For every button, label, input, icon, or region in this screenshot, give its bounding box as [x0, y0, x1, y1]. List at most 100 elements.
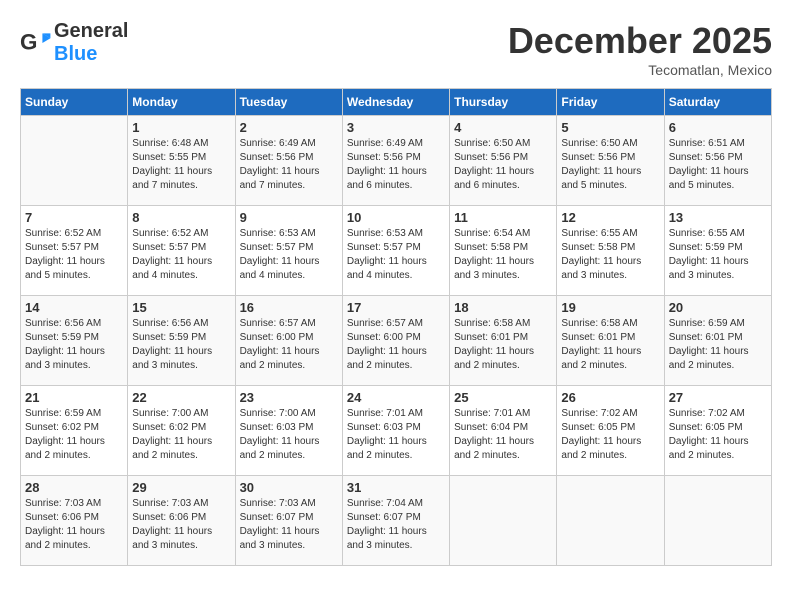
day-number: 5: [561, 120, 659, 135]
day-info: Sunrise: 7:01 AMSunset: 6:04 PMDaylight:…: [454, 407, 552, 463]
day-number: 25: [454, 390, 552, 405]
calendar-cell: 8 Sunrise: 6:52 AMSunset: 5:57 PMDaylight…: [128, 206, 235, 296]
calendar-week-row: 7 Sunrise: 6:52 AMSunset: 5:57 PMDaylight…: [21, 206, 772, 296]
day-info: Sunrise: 7:03 AMSunset: 6:06 PMDaylight:…: [132, 497, 230, 553]
logo-text: General Blue: [54, 20, 128, 66]
calendar-cell: 6Sunrise: 6:51 AMSunset: 5:56 PMDaylight…: [664, 116, 771, 206]
calendar-cell: 21Sunrise: 6:59 AMSunset: 6:02 PMDayligh…: [21, 386, 128, 476]
calendar-cell: 10Sunrise: 6:53 AMSunset: 5:57 PMDayligh…: [342, 206, 449, 296]
day-number: 1: [132, 120, 230, 135]
calendar-cell: 9Sunrise: 6:53 AMSunset: 5:57 PMDaylight…: [235, 206, 342, 296]
calendar-cell: 15 Sunrise: 6:56 AMSunset: 5:59 PMDayligh…: [128, 296, 235, 386]
month-title: December 2025: [508, 20, 772, 62]
day-number: 22: [132, 390, 230, 405]
day-info: Sunrise: 6:50 AMSunset: 5:56 PMDaylight:…: [561, 137, 659, 193]
logo: G General Blue: [20, 20, 128, 66]
calendar-cell: [557, 476, 664, 566]
day-number: 30: [240, 480, 338, 495]
calendar-cell: 16 Sunrise: 6:57 AMSunset: 6:00 PMDayligh…: [235, 296, 342, 386]
calendar-cell: 14 Sunrise: 6:56 AMSunset: 5:59 PMDayligh…: [21, 296, 128, 386]
day-info: Sunrise: 6:58 AMSunset: 6:01 PMDaylight:…: [454, 317, 552, 373]
header-day-sunday: Sunday: [21, 89, 128, 116]
calendar-cell: 22 Sunrise: 7:00 AMSunset: 6:02 PMDayligh…: [128, 386, 235, 476]
calendar-cell: [450, 476, 557, 566]
title-area: December 2025 Tecomatlan, Mexico: [508, 20, 772, 78]
location: Tecomatlan, Mexico: [508, 62, 772, 78]
day-info: Sunrise: 6:56 AMSunset: 5:59 PMDaylight:…: [25, 317, 123, 373]
day-info: Sunrise: 7:04 AMSunset: 6:07 PMDaylight:…: [347, 497, 445, 553]
day-number: 16: [240, 300, 338, 315]
header-day-thursday: Thursday: [450, 89, 557, 116]
day-number: 9: [240, 210, 338, 225]
day-info: Sunrise: 6:59 AMSunset: 6:01 PMDaylight:…: [669, 317, 767, 373]
day-number: 31: [347, 480, 445, 495]
day-number: 7: [25, 210, 123, 225]
calendar-cell: 25 Sunrise: 7:01 AMSunset: 6:04 PMDayligh…: [450, 386, 557, 476]
calendar-cell: 20 Sunrise: 6:59 AMSunset: 6:01 PMDayligh…: [664, 296, 771, 386]
day-number: 14: [25, 300, 123, 315]
calendar-cell: 7 Sunrise: 6:52 AMSunset: 5:57 PMDaylight…: [21, 206, 128, 296]
day-info: Sunrise: 6:57 AMSunset: 6:00 PMDaylight:…: [240, 317, 338, 373]
day-number: 4: [454, 120, 552, 135]
day-number: 18: [454, 300, 552, 315]
calendar-cell: 29 Sunrise: 7:03 AMSunset: 6:06 PMDayligh…: [128, 476, 235, 566]
day-number: 10: [347, 210, 445, 225]
day-number: 26: [561, 390, 659, 405]
day-number: 3: [347, 120, 445, 135]
calendar-table: SundayMondayTuesdayWednesdayThursdayFrid…: [20, 88, 772, 566]
calendar-cell: 1 Sunrise: 6:48 AMSunset: 5:55 PMDaylight…: [128, 116, 235, 206]
page-header: G General Blue December 2025 Tecomatlan,…: [20, 20, 772, 78]
day-number: 20: [669, 300, 767, 315]
calendar-cell: 3 Sunrise: 6:49 AMSunset: 5:56 PMDaylight…: [342, 116, 449, 206]
calendar-cell: [664, 476, 771, 566]
svg-text:G: G: [20, 29, 37, 54]
day-number: 24: [347, 390, 445, 405]
day-info: Sunrise: 6:57 AMSunset: 6:00 PMDaylight:…: [347, 317, 445, 373]
calendar-header-row: SundayMondayTuesdayWednesdayThursdayFrid…: [21, 89, 772, 116]
calendar-cell: [21, 116, 128, 206]
day-number: 12: [561, 210, 659, 225]
calendar-week-row: 21Sunrise: 6:59 AMSunset: 6:02 PMDayligh…: [21, 386, 772, 476]
calendar-week-row: 14 Sunrise: 6:56 AMSunset: 5:59 PMDayligh…: [21, 296, 772, 386]
day-info: Sunrise: 6:55 AMSunset: 5:58 PMDaylight:…: [561, 227, 659, 283]
day-info: Sunrise: 6:52 AMSunset: 5:57 PMDaylight:…: [132, 227, 230, 283]
day-info: Sunrise: 6:56 AMSunset: 5:59 PMDaylight:…: [132, 317, 230, 373]
calendar-cell: 13Sunrise: 6:55 AMSunset: 5:59 PMDayligh…: [664, 206, 771, 296]
day-number: 13: [669, 210, 767, 225]
day-info: Sunrise: 7:00 AMSunset: 6:03 PMDaylight:…: [240, 407, 338, 463]
calendar-cell: 5 Sunrise: 6:50 AMSunset: 5:56 PMDaylight…: [557, 116, 664, 206]
day-info: Sunrise: 6:49 AMSunset: 5:56 PMDaylight:…: [240, 137, 338, 193]
header-day-saturday: Saturday: [664, 89, 771, 116]
calendar-cell: 31 Sunrise: 7:04 AMSunset: 6:07 PMDayligh…: [342, 476, 449, 566]
day-info: Sunrise: 7:03 AMSunset: 6:07 PMDaylight:…: [240, 497, 338, 553]
day-number: 8: [132, 210, 230, 225]
calendar-cell: 4 Sunrise: 6:50 AMSunset: 5:56 PMDaylight…: [450, 116, 557, 206]
day-info: Sunrise: 6:54 AMSunset: 5:58 PMDaylight:…: [454, 227, 552, 283]
day-info: Sunrise: 6:50 AMSunset: 5:56 PMDaylight:…: [454, 137, 552, 193]
calendar-week-row: 1 Sunrise: 6:48 AMSunset: 5:55 PMDaylight…: [21, 116, 772, 206]
day-number: 29: [132, 480, 230, 495]
logo-blue: Blue: [54, 43, 97, 65]
day-number: 19: [561, 300, 659, 315]
header-day-tuesday: Tuesday: [235, 89, 342, 116]
calendar-cell: 26 Sunrise: 7:02 AMSunset: 6:05 PMDayligh…: [557, 386, 664, 476]
day-info: Sunrise: 6:52 AMSunset: 5:57 PMDaylight:…: [25, 227, 123, 283]
day-info: Sunrise: 6:51 AMSunset: 5:56 PMDaylight:…: [669, 137, 767, 193]
day-info: Sunrise: 6:59 AMSunset: 6:02 PMDaylight:…: [25, 407, 123, 463]
day-number: 27: [669, 390, 767, 405]
day-number: 11: [454, 210, 552, 225]
day-number: 23: [240, 390, 338, 405]
day-info: Sunrise: 6:49 AMSunset: 5:56 PMDaylight:…: [347, 137, 445, 193]
day-number: 15: [132, 300, 230, 315]
calendar-cell: 30 Sunrise: 7:03 AMSunset: 6:07 PMDayligh…: [235, 476, 342, 566]
calendar-cell: 27Sunrise: 7:02 AMSunset: 6:05 PMDayligh…: [664, 386, 771, 476]
day-number: 28: [25, 480, 123, 495]
day-number: 2: [240, 120, 338, 135]
day-info: Sunrise: 7:02 AMSunset: 6:05 PMDaylight:…: [561, 407, 659, 463]
logo-icon: G: [20, 27, 52, 59]
day-info: Sunrise: 6:48 AMSunset: 5:55 PMDaylight:…: [132, 137, 230, 193]
day-info: Sunrise: 7:00 AMSunset: 6:02 PMDaylight:…: [132, 407, 230, 463]
day-info: Sunrise: 7:01 AMSunset: 6:03 PMDaylight:…: [347, 407, 445, 463]
day-number: 17: [347, 300, 445, 315]
day-info: Sunrise: 6:58 AMSunset: 6:01 PMDaylight:…: [561, 317, 659, 373]
